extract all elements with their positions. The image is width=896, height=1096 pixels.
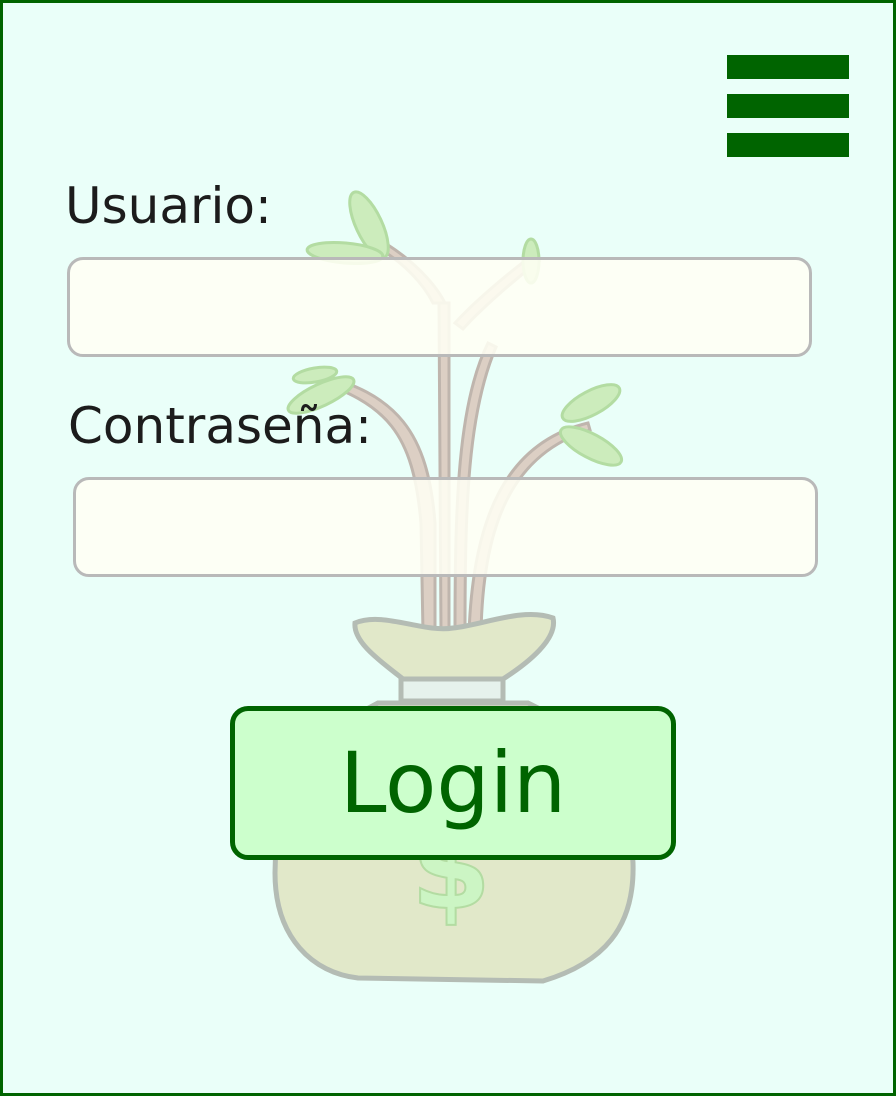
username-field[interactable] — [67, 257, 812, 357]
login-screen: $ Usuario: Contraseña: Login — [0, 0, 896, 1096]
menu-bar-middle — [727, 94, 849, 118]
menu-bar-bottom — [727, 133, 849, 157]
login-button[interactable]: Login — [230, 706, 676, 860]
hamburger-menu-icon[interactable] — [727, 55, 849, 157]
password-field[interactable] — [73, 477, 818, 577]
menu-bar-top — [727, 55, 849, 79]
password-label: Contraseña: — [68, 397, 372, 455]
username-label: Usuario: — [65, 177, 272, 235]
